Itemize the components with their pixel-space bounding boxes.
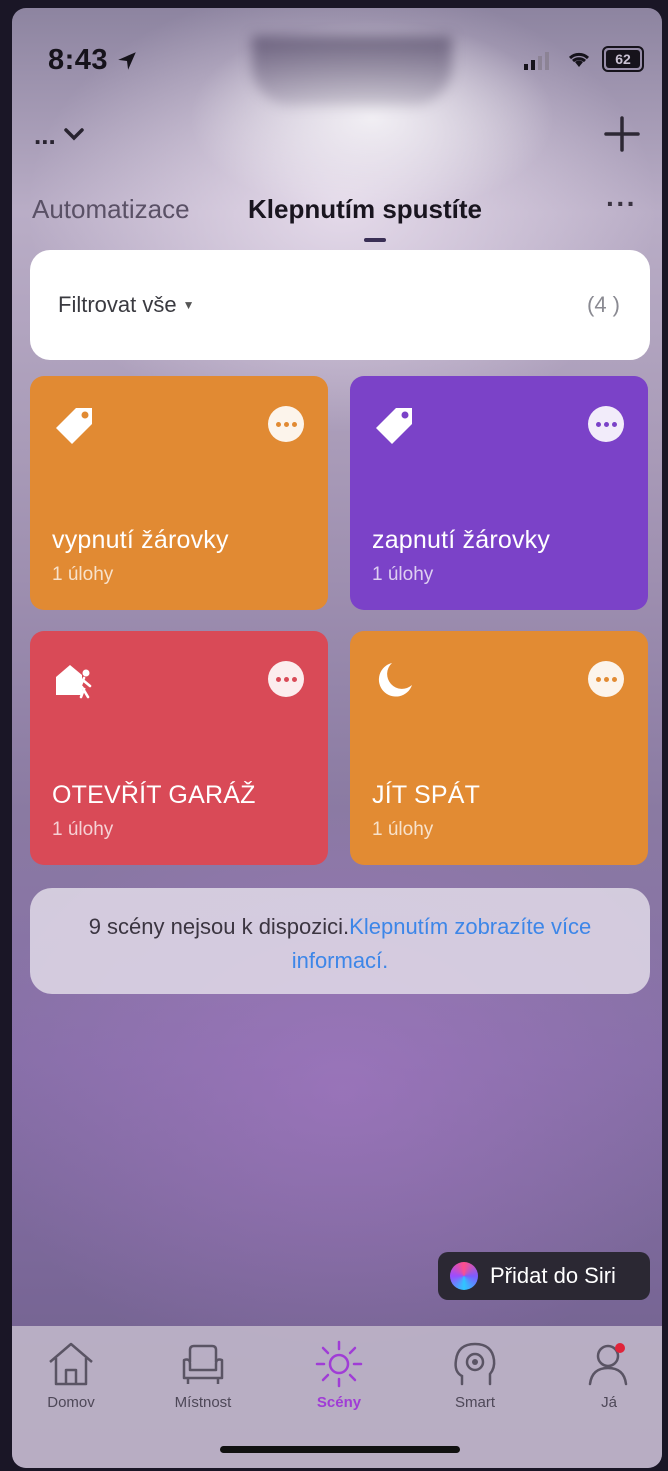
filter-bar: Filtrovat vše ▼ (4 ) <box>30 250 650 360</box>
unavailable-scenes-notice[interactable]: 9 scény nejsou k dispozici.Klepnutím zob… <box>30 888 650 994</box>
nav-label: Domov <box>47 1394 95 1411</box>
nav-label: Scény <box>316 1394 362 1411</box>
app-screen: 8:43 62 ... Automatizace Klepnutím spust… <box>12 8 662 1468</box>
smart-head-icon <box>454 1342 496 1386</box>
nav-item-home[interactable]: Domov <box>16 1338 126 1428</box>
nav-item-profile[interactable]: Já <box>554 1338 662 1428</box>
nav-item-scenes[interactable]: Scény <box>284 1338 394 1428</box>
scene-card[interactable]: vypnutí žárovky 1 úlohy <box>30 376 328 610</box>
tab-tap-to-run[interactable]: Klepnutím spustíte <box>248 194 482 225</box>
battery-icon: 62 <box>602 46 644 72</box>
caret-down-icon: ▼ <box>182 298 195 312</box>
location-arrow-icon <box>118 52 136 70</box>
chevron-down-icon <box>64 128 84 141</box>
scene-name: JÍT SPÁT <box>372 781 481 809</box>
status-time: 8:43 <box>48 44 109 76</box>
scene-count: (4 ) <box>587 292 620 317</box>
scene-task-count: 1 úlohy <box>372 819 434 840</box>
nav-item-smart[interactable]: Smart <box>420 1338 530 1428</box>
add-to-siri-label: Přidat do Siri <box>490 1263 616 1288</box>
scene-task-count: 1 úlohy <box>52 564 114 585</box>
wifi-icon <box>568 52 590 67</box>
scene-more-button[interactable] <box>268 406 304 442</box>
profile-icon <box>588 1343 628 1386</box>
tag-icon <box>376 408 412 444</box>
battery-level: 62 <box>606 50 640 68</box>
nav-label: Já <box>601 1394 617 1411</box>
home-leave-icon <box>56 665 92 699</box>
tab-automation[interactable]: Automatizace <box>32 194 190 225</box>
nav-label: Místnost <box>174 1394 232 1411</box>
scene-card[interactable]: JÍT SPÁT 1 úlohy <box>350 631 648 865</box>
home-indicator[interactable] <box>220 1446 460 1453</box>
nav-item-room[interactable]: Místnost <box>148 1338 258 1428</box>
scene-task-count: 1 úlohy <box>52 819 114 840</box>
siri-icon <box>450 1262 478 1290</box>
tag-icon <box>56 408 92 444</box>
scene-more-button[interactable] <box>588 661 624 697</box>
more-options-button[interactable]: ··· <box>606 188 637 220</box>
scene-more-button[interactable] <box>588 406 624 442</box>
filter-label: Filtrovat vše <box>58 292 177 317</box>
moon-icon <box>378 663 412 697</box>
plus-icon[interactable] <box>602 114 642 154</box>
bottom-navigation: Domov Místnost Scény Smart Já <box>12 1326 662 1468</box>
armchair-icon <box>182 1344 224 1384</box>
active-tab-indicator <box>364 238 386 242</box>
notice-text: 9 scény nejsou k dispozici. <box>88 914 350 939</box>
status-bar: 8:43 62 <box>12 44 662 84</box>
nav-label: Smart <box>454 1394 495 1411</box>
home-name: ... <box>34 120 56 150</box>
scene-tabs: Automatizace Klepnutím spustíte ··· <box>12 188 662 244</box>
cellular-signal-icon <box>524 52 549 70</box>
home-icon <box>49 1342 93 1386</box>
scene-name: vypnutí žárovky <box>52 526 229 554</box>
filter-dropdown[interactable]: Filtrovat vše ▼ <box>58 292 194 318</box>
scene-card[interactable]: zapnutí žárovky 1 úlohy <box>350 376 648 610</box>
sun-icon <box>315 1340 363 1388</box>
scene-card[interactable]: OTEVŘÍT GARÁŽ 1 úlohy <box>30 631 328 865</box>
scene-name: OTEVŘÍT GARÁŽ <box>52 781 256 809</box>
scene-name: zapnutí žárovky <box>372 526 551 554</box>
add-to-siri-button[interactable]: Přidat do Siri <box>438 1252 650 1300</box>
scene-more-button[interactable] <box>268 661 304 697</box>
scene-task-count: 1 úlohy <box>372 564 434 585</box>
home-selector[interactable]: ... <box>34 120 85 151</box>
